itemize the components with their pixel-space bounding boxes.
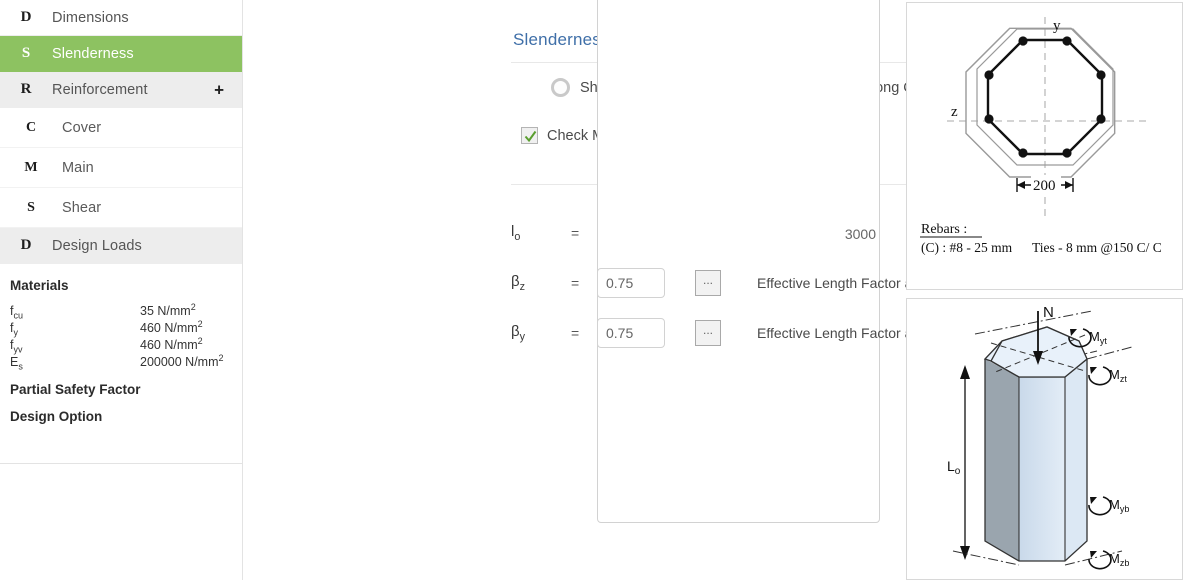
sidebar-item-label: Cover [62, 119, 102, 136]
beta-z-browse-button[interactable]: ... [695, 270, 721, 296]
field-symbol: βz [511, 273, 526, 293]
application-window: D Dimensions S Slenderness R Reinforceme… [0, 0, 1186, 580]
shear-letter-icon: S [27, 199, 35, 215]
reinforcement-letter-icon: R [20, 81, 32, 97]
ties-detail: Ties - 8 mm @150 C/ C [1032, 240, 1162, 255]
column-3d-diagram: N Lo Myt Mzt Myb Mzb [947, 304, 1133, 570]
main-letter-icon: M [24, 159, 38, 175]
material-row-fy: fy 460 N/mm2 [10, 319, 242, 338]
sidebar: D Dimensions S Slenderness R Reinforceme… [0, 0, 243, 580]
material-symbol: fcu [10, 304, 23, 321]
sidebar-item-main[interactable]: M Main [0, 148, 242, 188]
equals-sign: = [571, 325, 580, 341]
material-row-fcu: fcu 35 N/mm2 [10, 302, 242, 321]
sidebar-item-label: Main [62, 159, 94, 176]
sidebar-item-shear[interactable]: S Shear [0, 188, 242, 228]
material-row-es: Es 200000 N/mm2 [10, 353, 242, 372]
material-symbol: Es [10, 355, 23, 372]
axis-label-y: y [1053, 18, 1061, 34]
cross-section-diagram: y z 200 Rebars : (C) : #8 - 25 mm Ties -… [920, 17, 1162, 255]
material-value: 460 N/mm2 [140, 319, 203, 336]
moment-label-mzb: Mzb [1109, 551, 1129, 568]
beta-z-input[interactable] [597, 268, 665, 298]
material-symbol: fy [10, 321, 18, 338]
sidebar-divider [0, 463, 242, 464]
equals-sign: = [571, 275, 580, 291]
dimensions-letter-icon: D [20, 9, 32, 25]
sidebar-item-label: Dimensions [52, 9, 129, 26]
materials-heading: Materials [10, 278, 69, 293]
field-symbol: βy [511, 323, 526, 343]
slenderness-letter-icon: S [21, 45, 31, 61]
material-value: 200000 N/mm2 [140, 353, 224, 370]
material-row-fyv: fyv 460 N/mm2 [10, 336, 242, 355]
sidebar-item-cover[interactable]: C Cover [0, 108, 242, 148]
sidebar-item-dimensions[interactable]: D Dimensions [0, 0, 242, 36]
checkbox-icon-checked[interactable] [521, 127, 538, 144]
beta-y-input[interactable] [597, 318, 665, 348]
rebars-detail: (C) : #8 - 25 mm [921, 240, 1013, 255]
main-panel: Slenderness Short Column [243, 0, 1138, 580]
moment-label-mzt: Mzt [1109, 367, 1127, 384]
cover-letter-icon: C [25, 119, 37, 135]
material-value: 35 N/mm2 [140, 302, 196, 319]
materials-section: Materials fcu 35 N/mm2 fy 460 N/mm2 fyv … [0, 264, 242, 424]
sidebar-item-label: Shear [62, 199, 102, 216]
axial-load-label: N [1043, 304, 1054, 321]
sidebar-item-label: Design Loads [52, 237, 142, 254]
design-loads-letter-icon: D [20, 237, 32, 253]
clear-height-input[interactable] [597, 0, 880, 523]
column-height-label: Lo [947, 458, 961, 477]
moment-label-myt: Myt [1089, 329, 1107, 346]
sidebar-item-reinforcement[interactable]: R Reinforcement + [0, 72, 242, 108]
radio-icon[interactable] [551, 78, 570, 97]
sidebar-item-slenderness[interactable]: S Slenderness [0, 36, 242, 72]
section-width-dim: 200 [1033, 178, 1056, 194]
sidebar-item-label: Reinforcement [52, 81, 148, 98]
beta-y-browse-button[interactable]: ... [695, 320, 721, 346]
expand-plus-icon[interactable]: + [214, 81, 224, 98]
sidebar-item-design-loads[interactable]: D Design Loads [0, 228, 242, 264]
axis-label-z: z [951, 104, 958, 120]
moment-label-myb: Myb [1109, 497, 1129, 514]
page-title: Slenderness [513, 30, 610, 49]
partial-safety-factor-link[interactable]: Partial Safety Factor [10, 382, 242, 397]
material-symbol: fyv [10, 338, 23, 355]
cross-section-panel: y z 200 Rebars : (C) : #8 - 25 mm Ties -… [906, 2, 1183, 290]
sidebar-item-label: Slenderness [52, 45, 134, 62]
column-3d-panel: N Lo Myt Mzt Myb Mzb [906, 298, 1183, 580]
rebars-title: Rebars : [921, 222, 967, 237]
material-value: 460 N/mm2 [140, 336, 203, 353]
design-option-link[interactable]: Design Option [10, 409, 242, 424]
equals-sign: = [571, 225, 580, 241]
field-symbol: lo [511, 223, 521, 243]
